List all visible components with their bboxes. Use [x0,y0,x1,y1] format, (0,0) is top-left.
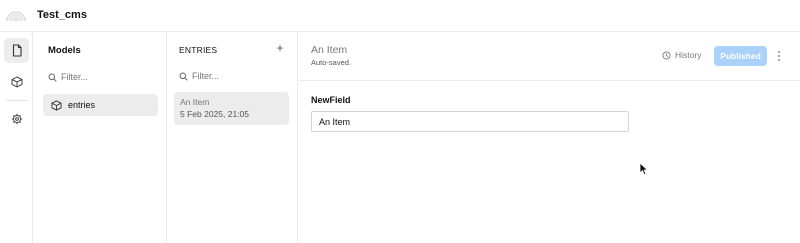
rail-divider [6,100,27,101]
gear-icon [11,113,22,124]
add-entry-button[interactable]: + [273,41,287,55]
field-label-newfield: NewField [311,95,351,105]
icon-rail [0,32,33,243]
model-item-entries[interactable]: entries [43,94,158,116]
cube-icon [51,99,62,111]
document-icon [12,44,22,57]
entry-item[interactable]: An Item 5 Feb 2025, 21:05 [174,92,289,125]
publish-button[interactable]: Published [714,46,767,66]
mouse-cursor-icon [639,162,648,176]
entry-date: 5 Feb 2025, 21:05 [180,109,250,119]
entries-title: ENTRIES [179,45,218,55]
editor-header: An Item Auto-saved. History Published [298,32,800,81]
models-panel: Models entries [37,32,167,243]
history-button[interactable]: History [662,50,701,60]
entries-panel: ENTRIES + An Item 5 Feb 2025, 21:05 [167,32,298,243]
history-label: History [675,50,702,60]
top-bar: Test_cms [0,0,800,32]
rail-models-button[interactable] [4,69,29,94]
app-title: Test_cms [37,9,87,21]
models-filter-input[interactable] [61,72,141,82]
newfield-input[interactable] [311,111,629,132]
rainbow-arcs-logo [6,11,26,22]
entry-editor: An Item Auto-saved. History Published Ne… [298,32,800,243]
document-title: An Item [311,44,348,56]
search-icon [48,73,57,82]
model-item-label: entries [68,100,96,110]
entries-filter [179,71,272,81]
entry-title: An Item [180,97,210,107]
models-title: Models [48,45,81,56]
clock-icon [662,50,671,60]
search-icon [179,72,188,81]
models-filter [48,72,141,82]
cube-icon [11,75,22,88]
more-vertical-icon[interactable] [774,49,784,63]
entries-filter-input[interactable] [192,71,272,81]
rail-settings-button[interactable] [4,106,29,131]
rail-content-button[interactable] [4,38,29,63]
autosave-status: Auto-saved. [311,58,352,67]
